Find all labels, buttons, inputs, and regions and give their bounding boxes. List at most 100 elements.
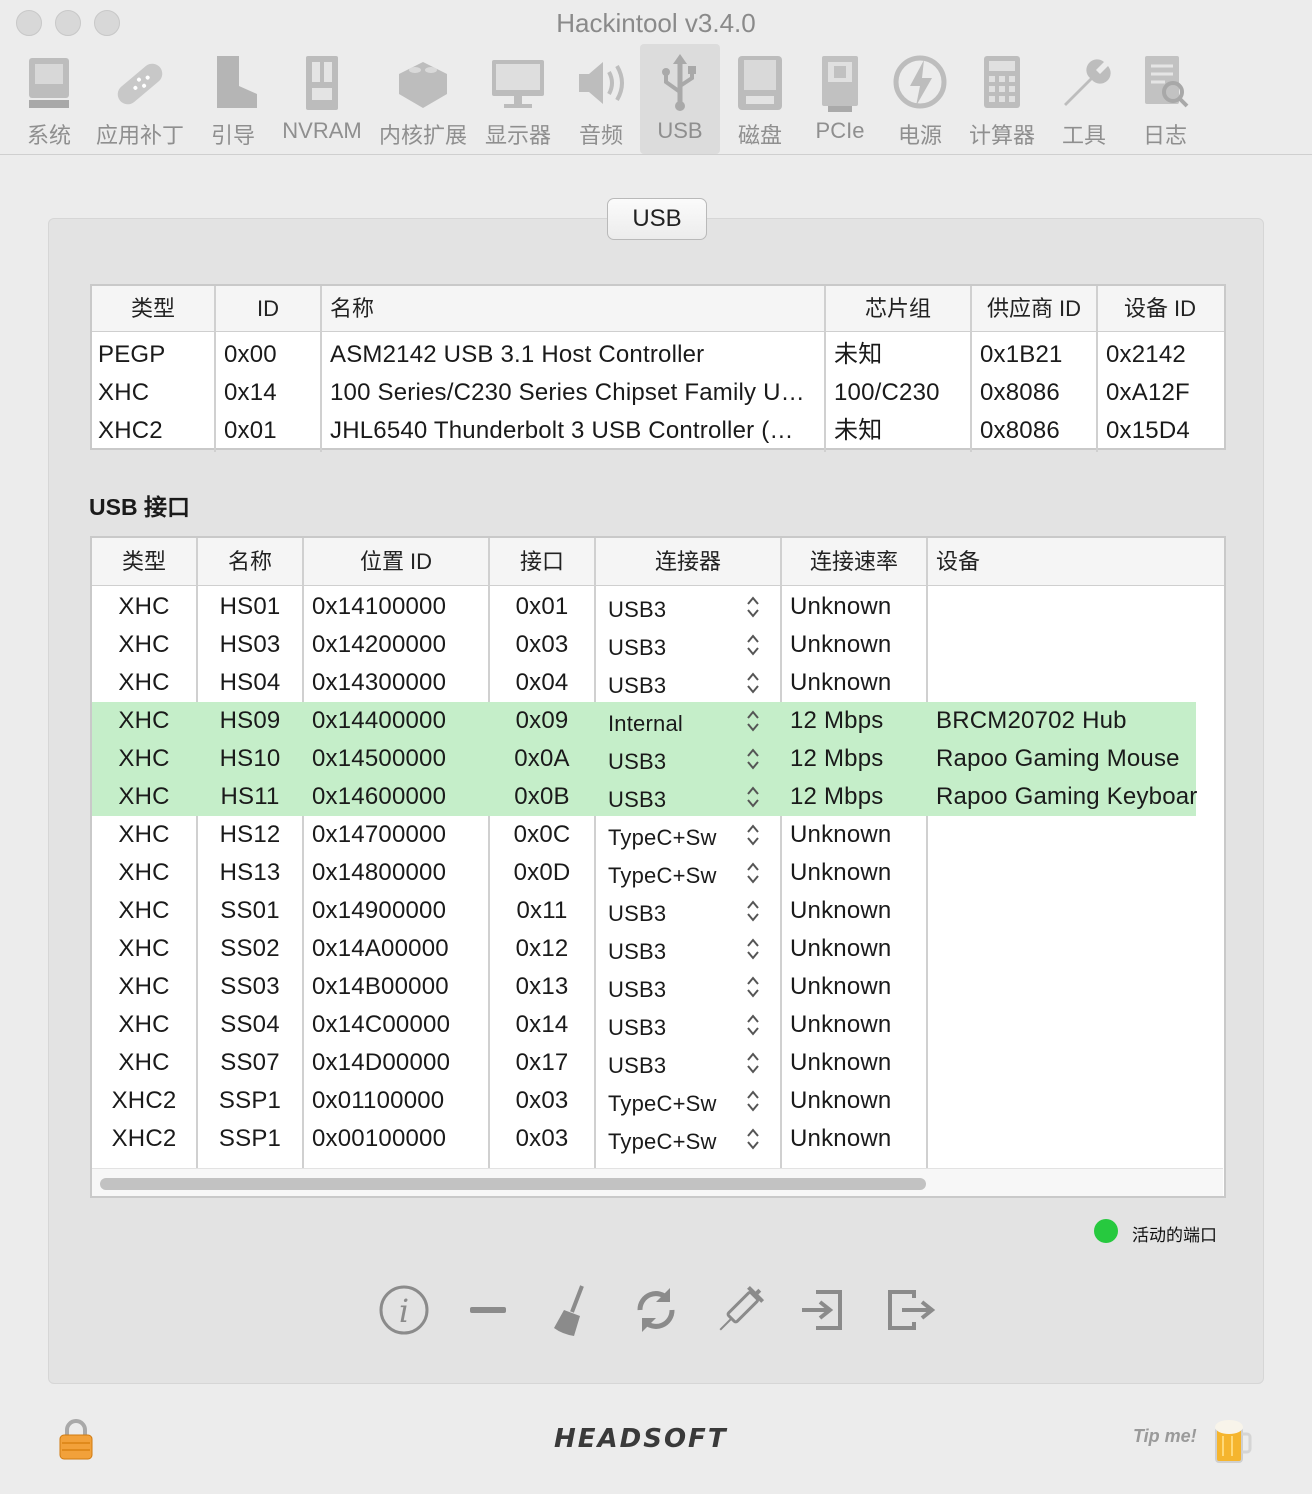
table-row[interactable]: XHC SS01 0x14900000 0x11 USB3 Unknown — [92, 892, 1196, 930]
connector-stepper-icon[interactable] — [746, 861, 760, 885]
table-row[interactable]: XHC SS04 0x14C00000 0x14 USB3 Unknown — [92, 1006, 1196, 1044]
usb-ports-table[interactable]: 类型 名称 位置 ID 接口 连接器 连接速率 设备 XHC HS01 0x14100000 0x0… — [90, 536, 1226, 1198]
port-cell-type: XHC — [118, 821, 170, 848]
port-column-header[interactable]: 接口 — [490, 538, 594, 586]
inject-icon[interactable] — [710, 1280, 770, 1340]
port-cell-type: XHC — [118, 631, 170, 658]
table-row[interactable]: XHC SS07 0x14D00000 0x17 USB3 Unknown — [92, 1044, 1196, 1082]
table-row[interactable]: XHC HS04 0x14300000 0x04 USB3 Unknown — [92, 664, 1196, 702]
port-cell-speed: 12 Mbps — [790, 783, 884, 810]
table-row[interactable]: XHC HS10 0x14500000 0x0A USB3 12 Mbps Rapoo Ga… — [92, 740, 1196, 778]
beer-icon[interactable] — [1212, 1414, 1252, 1466]
lock-icon[interactable] — [58, 1418, 94, 1460]
toolbar-system-button[interactable]: 系统 — [8, 44, 90, 154]
toolbar-boot-button[interactable]: 引导 — [190, 44, 276, 154]
port-column-header[interactable]: 类型 — [92, 538, 196, 586]
port-column-header[interactable]: 名称 — [198, 538, 302, 586]
controller-cell-vendor-id: 0x1B21 — [980, 341, 1063, 368]
table-row[interactable]: XHC HS09 0x14400000 0x09 Internal 12 Mbps BRCM… — [92, 702, 1196, 740]
table-row[interactable]: XHC SS02 0x14A00000 0x12 USB3 Unknown — [92, 930, 1196, 968]
toolbar-nvram-button[interactable]: NVRAM — [278, 44, 366, 154]
connector-stepper-icon[interactable] — [746, 975, 760, 999]
toolbar-disk-button[interactable]: 磁盘 — [722, 44, 798, 154]
usb-controllers-table[interactable]: 类型 ID 名称 芯片组 供应商 ID 设备 ID PEGP 0x00 ASM2142 USB … — [90, 284, 1226, 452]
tip-me-link[interactable]: Tip me! — [1133, 1426, 1197, 1447]
table-row[interactable]: XHC2 SSP1 0x01100000 0x03 TypeC+Sw Unknown — [92, 1082, 1196, 1120]
table-row[interactable]: PEGP 0x00 ASM2142 USB 3.1 Host Controller 未… — [92, 336, 1224, 374]
port-cell-connector: Internal — [608, 711, 683, 736]
toolbar-display-button[interactable]: 显示器 — [478, 44, 558, 154]
controller-column-header[interactable]: 供应商 ID — [972, 286, 1096, 332]
ports-horizontal-scrollbar[interactable] — [92, 1168, 1223, 1196]
export-icon[interactable] — [878, 1280, 938, 1340]
ports-horizontal-scroll-thumb[interactable] — [100, 1178, 926, 1190]
table-row[interactable]: XHC2 SSP1 0x00100000 0x03 TypeC+Sw Unknown — [92, 1120, 1196, 1158]
connector-stepper-icon[interactable] — [746, 633, 760, 657]
controller-column-header[interactable]: ID — [216, 286, 320, 332]
toolbar-usb-button[interactable]: USB — [640, 44, 720, 154]
connector-stepper-icon[interactable] — [746, 937, 760, 961]
port-column-header[interactable]: 位置 ID — [304, 538, 488, 586]
port-cell-type: XHC — [118, 593, 170, 620]
connector-stepper-icon[interactable] — [746, 899, 760, 923]
connector-stepper-icon[interactable] — [746, 709, 760, 733]
port-cell-connector: TypeC+Sw — [608, 1129, 717, 1154]
connector-stepper-icon[interactable] — [746, 747, 760, 771]
connector-stepper-icon[interactable] — [746, 823, 760, 847]
port-cell-location-id: 0x14300000 — [312, 669, 447, 696]
port-cell-name: SS03 — [220, 973, 280, 1000]
port-cell-port: 0x0A — [514, 745, 570, 772]
connector-stepper-icon[interactable] — [746, 671, 760, 695]
port-column-header[interactable]: 连接器 — [596, 538, 780, 586]
toolbar-label: 磁盘 — [737, 123, 782, 148]
controller-column-header[interactable]: 芯片组 — [826, 286, 970, 332]
controller-column-header[interactable]: 类型 — [92, 286, 214, 332]
controller-cell-type: XHC — [98, 379, 150, 406]
toolbar-label: 电源 — [897, 123, 942, 148]
table-row[interactable]: XHC2 0x01 JHL6540 Thunderbolt 3 USB Contro… — [92, 412, 1224, 450]
port-cell-location-id: 0x14600000 — [312, 783, 447, 810]
toolbar-patch-button[interactable]: 应用补丁 — [92, 44, 188, 154]
port-cell-port: 0x03 — [515, 1125, 569, 1152]
connector-stepper-icon[interactable] — [746, 595, 760, 619]
toolbar-tools-button[interactable]: 工具 — [1046, 44, 1122, 154]
connector-stepper-icon[interactable] — [746, 1127, 760, 1151]
connector-stepper-icon[interactable] — [746, 785, 760, 809]
table-row[interactable]: XHC 0x14 100 Series/C230 Series Chipset Fa… — [92, 374, 1224, 412]
toolbar-pcie-button[interactable]: PCIe — [800, 44, 880, 154]
toolbar-audio-button[interactable]: 音频 — [562, 44, 640, 154]
connector-stepper-icon[interactable] — [746, 1013, 760, 1037]
clean-icon[interactable] — [542, 1280, 602, 1340]
toolbar-log-button[interactable]: 日志 — [1126, 44, 1204, 154]
port-cell-connector: TypeC+Sw — [608, 1091, 717, 1116]
toolbar-label: 内核扩展 — [378, 123, 467, 148]
table-row[interactable]: XHC HS13 0x14800000 0x0D TypeC+Sw Unknown — [92, 854, 1196, 892]
remove-icon[interactable] — [458, 1280, 518, 1340]
import-icon[interactable] — [794, 1280, 854, 1340]
display-icon — [492, 60, 544, 108]
tab-usb[interactable]: USB — [607, 198, 707, 240]
port-cell-name: SSP1 — [218, 1087, 282, 1114]
connector-stepper-icon[interactable] — [746, 1089, 760, 1113]
port-column-header[interactable]: 连接速率 — [782, 538, 926, 586]
port-column-header[interactable]: 设备 — [928, 538, 1198, 586]
table-row[interactable]: XHC HS12 0x14700000 0x0C TypeC+Sw Unknown — [92, 816, 1196, 854]
port-cell-type: XHC — [118, 669, 170, 696]
table-row[interactable]: XHC HS03 0x14200000 0x03 USB3 Unknown — [92, 626, 1196, 664]
toolbar-kext-button[interactable]: 内核扩展 — [372, 44, 474, 154]
table-row[interactable]: XHC SS03 0x14B00000 0x13 USB3 Unknown — [92, 968, 1196, 1006]
toolbar-calculator-button[interactable]: 计算器 — [960, 44, 1044, 154]
toolbar-label: 引导 — [210, 123, 255, 148]
info-icon[interactable]: i — [374, 1280, 434, 1340]
port-cell-speed: 12 Mbps — [790, 707, 884, 734]
table-row[interactable]: XHC HS11 0x14600000 0x0B USB3 12 Mbps Rapoo Ga… — [92, 778, 1197, 816]
connector-stepper-icon[interactable] — [746, 1051, 760, 1075]
controller-column-header[interactable]: 设备 ID — [1098, 286, 1222, 332]
controller-column-header[interactable]: 名称 — [322, 286, 824, 332]
port-cell-name: SS01 — [220, 897, 280, 924]
toolbar-label: PCIe — [815, 118, 865, 143]
port-cell-device — [928, 892, 1198, 930]
table-row[interactable]: XHC HS01 0x14100000 0x01 USB3 Unknown — [92, 588, 1196, 626]
refresh-icon[interactable] — [626, 1280, 686, 1340]
toolbar-power-button[interactable]: 电源 — [882, 44, 958, 154]
